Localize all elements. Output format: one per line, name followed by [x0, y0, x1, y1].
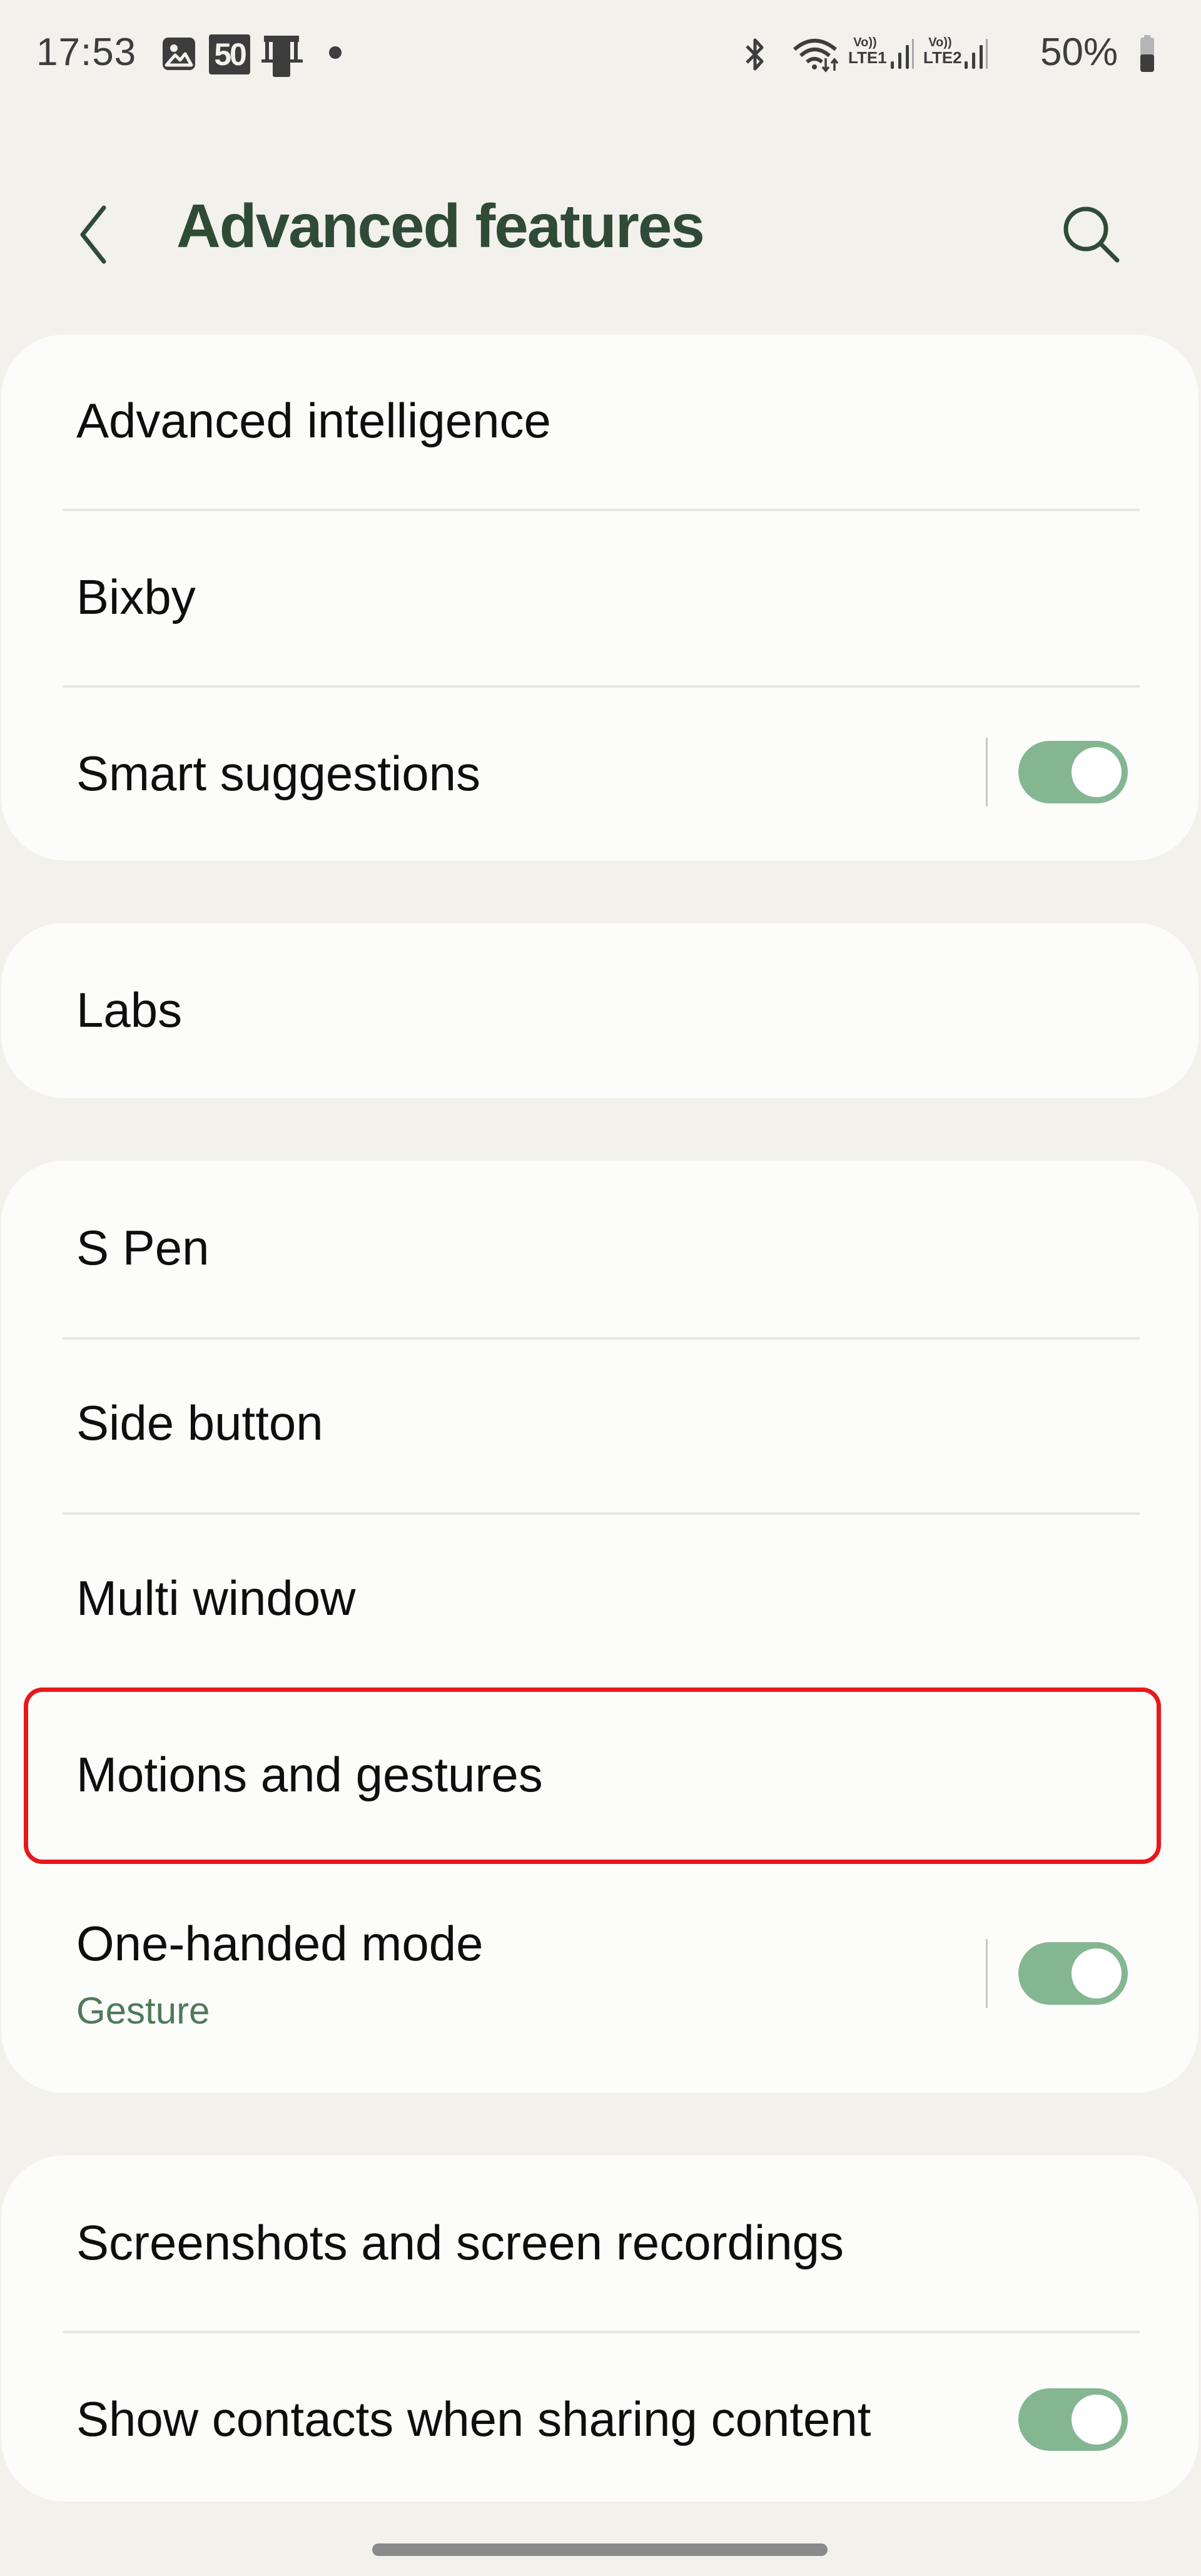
setting-one-handed-mode[interactable]: One-handed mode Gesture — [1, 1865, 1198, 2093]
setting-screenshots-and-recordings[interactable]: Screenshots and screen recordings — [1, 2156, 1198, 2331]
toggle-separator — [986, 1939, 988, 2008]
page-title: Advanced features — [176, 191, 705, 260]
status-time: 17:53 — [36, 31, 137, 74]
setting-label: S Pen — [76, 1220, 210, 1275]
setting-label: Advanced intelligence — [76, 393, 551, 448]
battery-percent: 50% — [1040, 31, 1118, 74]
settings-group-intelligence: Advanced intelligence Bixby Smart sugges… — [1, 335, 1198, 860]
sim2-signal-icon — [965, 39, 988, 69]
sim2-network: LTE2 — [923, 48, 962, 67]
battery-icon — [1140, 35, 1154, 72]
setting-label: Labs — [76, 982, 183, 1037]
setting-label: Show contacts when sharing content — [76, 2391, 871, 2446]
smart-suggestions-toggle[interactable] — [1018, 741, 1128, 803]
chevron-left-icon — [80, 205, 106, 264]
setting-label: Multi window — [76, 1571, 356, 1626]
setting-motions-and-gestures[interactable]: Motions and gestures — [1, 1690, 1198, 1864]
setting-sublabel: Gesture — [76, 1990, 210, 2032]
setting-label: Smart suggestions — [76, 746, 480, 801]
toggle-knob — [1072, 1948, 1122, 1998]
gallery-icon — [163, 38, 195, 70]
one-handed-mode-toggle[interactable] — [1018, 1942, 1128, 2005]
app-bar: Advanced features — [0, 156, 1201, 307]
setting-smart-suggestions[interactable]: Smart suggestions — [1, 688, 1198, 860]
setting-label: Side button — [76, 1395, 323, 1450]
setting-s-pen[interactable]: S Pen — [1, 1161, 1198, 1337]
toggle-knob — [1072, 2395, 1122, 2445]
toggle-knob — [1072, 747, 1122, 797]
sim2-label: Vo)) LTE2 — [923, 35, 962, 67]
settings-group-device: S Pen Side button Multi window Motions a… — [1, 1161, 1198, 2093]
toggle-separator — [986, 738, 988, 807]
home-indicator[interactable] — [372, 2543, 828, 2556]
notification-dot-icon — [329, 46, 342, 59]
setting-label: Bixby — [76, 569, 196, 624]
setting-label: Screenshots and screen recordings — [76, 2215, 844, 2270]
wifi-icon — [793, 39, 839, 73]
setting-labs[interactable]: Labs — [1, 923, 1198, 1098]
setting-advanced-intelligence[interactable]: Advanced intelligence — [1, 335, 1198, 510]
speed-50-icon: 50 — [209, 34, 250, 74]
status-bar: 17:53 50 Vo)) LTE1 Vo)) LTE2 50% — [0, 0, 1201, 106]
setting-multi-window[interactable]: Multi window — [1, 1515, 1198, 1689]
settings-group-sharing: Screenshots and screen recordings Show c… — [1, 2156, 1198, 2502]
sim1-signal-icon — [891, 39, 914, 69]
sim1-label: Vo)) LTE1 — [848, 35, 887, 67]
setting-side-button[interactable]: Side button — [1, 1340, 1198, 1514]
setting-label: One-handed mode — [76, 1916, 484, 1971]
speed-badge-text: 50 — [214, 37, 247, 72]
sim1-network: LTE1 — [848, 48, 887, 67]
settings-group-labs: Labs — [1, 923, 1198, 1098]
setting-label: Motions and gestures — [76, 1747, 543, 1802]
bluetooth-icon — [746, 38, 764, 71]
phone-stand-icon — [261, 36, 303, 77]
setting-bixby[interactable]: Bixby — [1, 511, 1198, 686]
search-button[interactable] — [1057, 200, 1126, 269]
setting-show-contacts-sharing[interactable]: Show contacts when sharing content — [1, 2333, 1198, 2502]
back-button[interactable] — [69, 200, 119, 269]
show-contacts-toggle[interactable] — [1018, 2388, 1128, 2451]
search-icon — [1063, 206, 1120, 263]
